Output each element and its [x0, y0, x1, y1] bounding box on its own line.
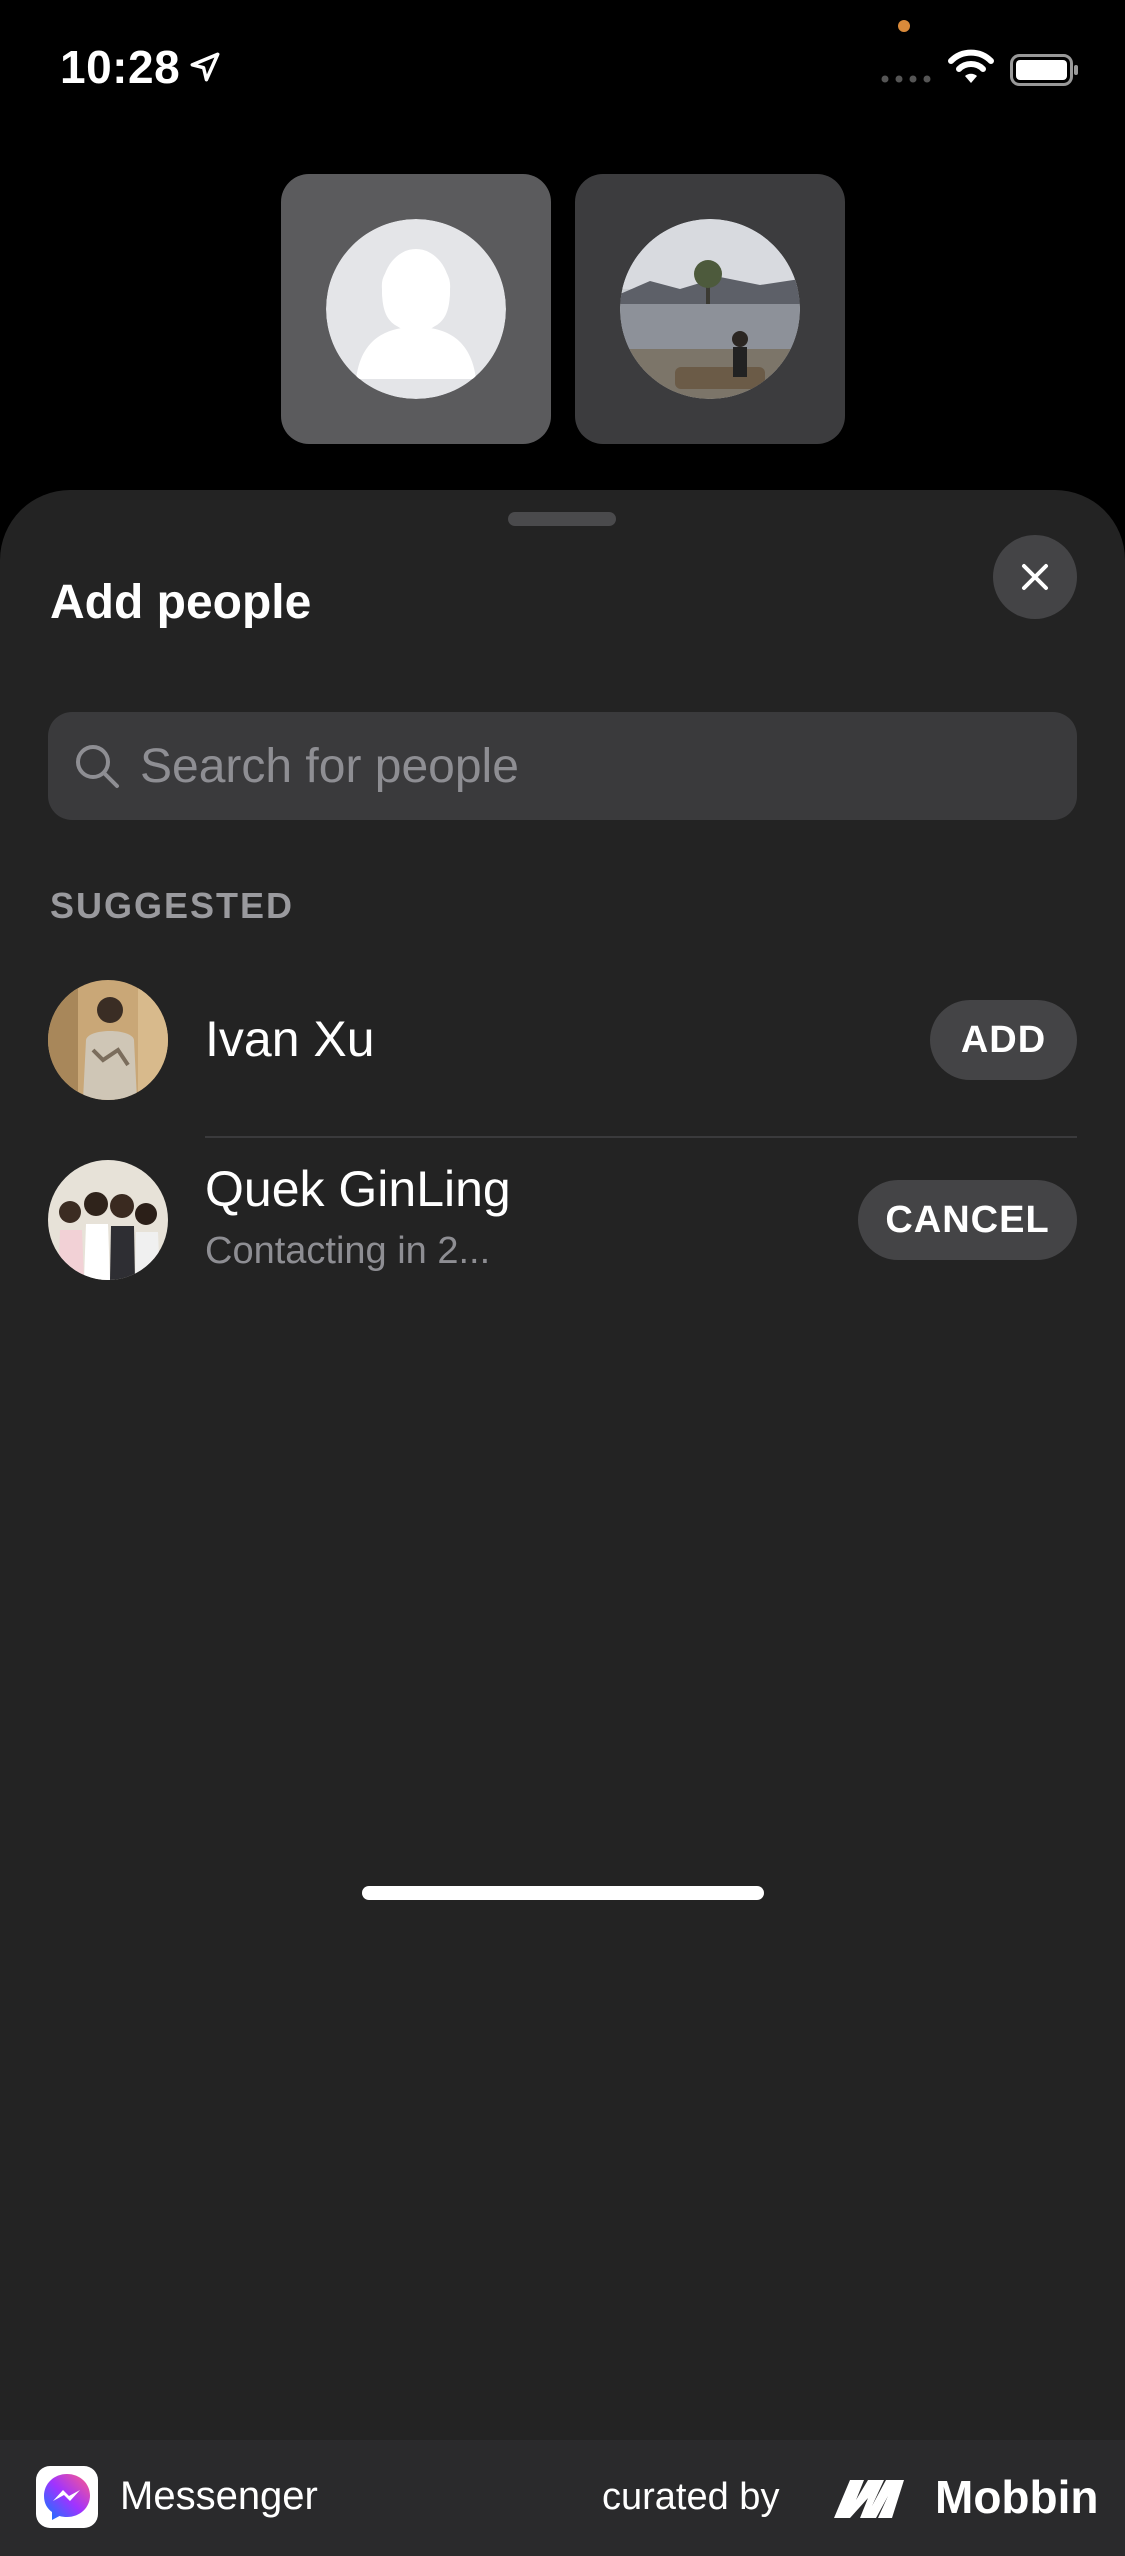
sheet-grabber[interactable]: [508, 512, 616, 526]
messenger-logo-icon: [36, 2466, 98, 2528]
contact-name: Ivan Xu: [205, 1011, 375, 1067]
default-avatar: [326, 219, 506, 399]
mobbin-logo-icon: [834, 2480, 904, 2518]
participant-tile-other: [575, 174, 845, 444]
search-icon: [76, 745, 119, 788]
close-icon: [1022, 564, 1048, 590]
curated-by-label: curated by: [602, 2476, 780, 2518]
wifi-icon: [948, 49, 994, 83]
footer-bar: Messenger curated by Mobbin: [0, 2440, 1125, 2556]
location-arrow-icon: [190, 52, 220, 82]
section-label-suggested: SUGGESTED: [50, 885, 295, 926]
list-item: Quek GinLing Contacting in 2... CANCEL: [0, 1160, 1125, 1340]
search-bar[interactable]: [48, 712, 1077, 820]
close-button[interactable]: [993, 535, 1077, 619]
cellular-signal-icon: [881, 75, 931, 83]
footer-app-name: Messenger: [120, 2474, 318, 2518]
camera-in-use-indicator: [898, 20, 910, 32]
add-people-sheet: Add people SUGGESTED Ivan Xu ADD: [0, 490, 1125, 2440]
avatar: [48, 1160, 168, 1280]
cancel-button[interactable]: CANCEL: [858, 1180, 1077, 1260]
list-item: Ivan Xu ADD: [0, 980, 1125, 1160]
divider: [205, 1136, 1077, 1138]
status-time: 10:28: [60, 41, 181, 93]
participant-photo: [620, 219, 800, 399]
search-input[interactable]: [138, 737, 1042, 795]
add-button[interactable]: ADD: [930, 1000, 1077, 1080]
home-indicator: [362, 1886, 764, 1900]
mobbin-brand: Mobbin: [935, 2471, 1099, 2523]
status-bar: 10:28: [0, 0, 1125, 140]
participant-tile-self: [281, 174, 551, 444]
contact-status: Contacting in 2...: [205, 1230, 491, 1272]
avatar: [48, 980, 168, 1100]
contact-name: Quek GinLing: [205, 1161, 511, 1217]
battery-icon: [1010, 54, 1078, 86]
sheet-title: Add people: [50, 576, 312, 629]
